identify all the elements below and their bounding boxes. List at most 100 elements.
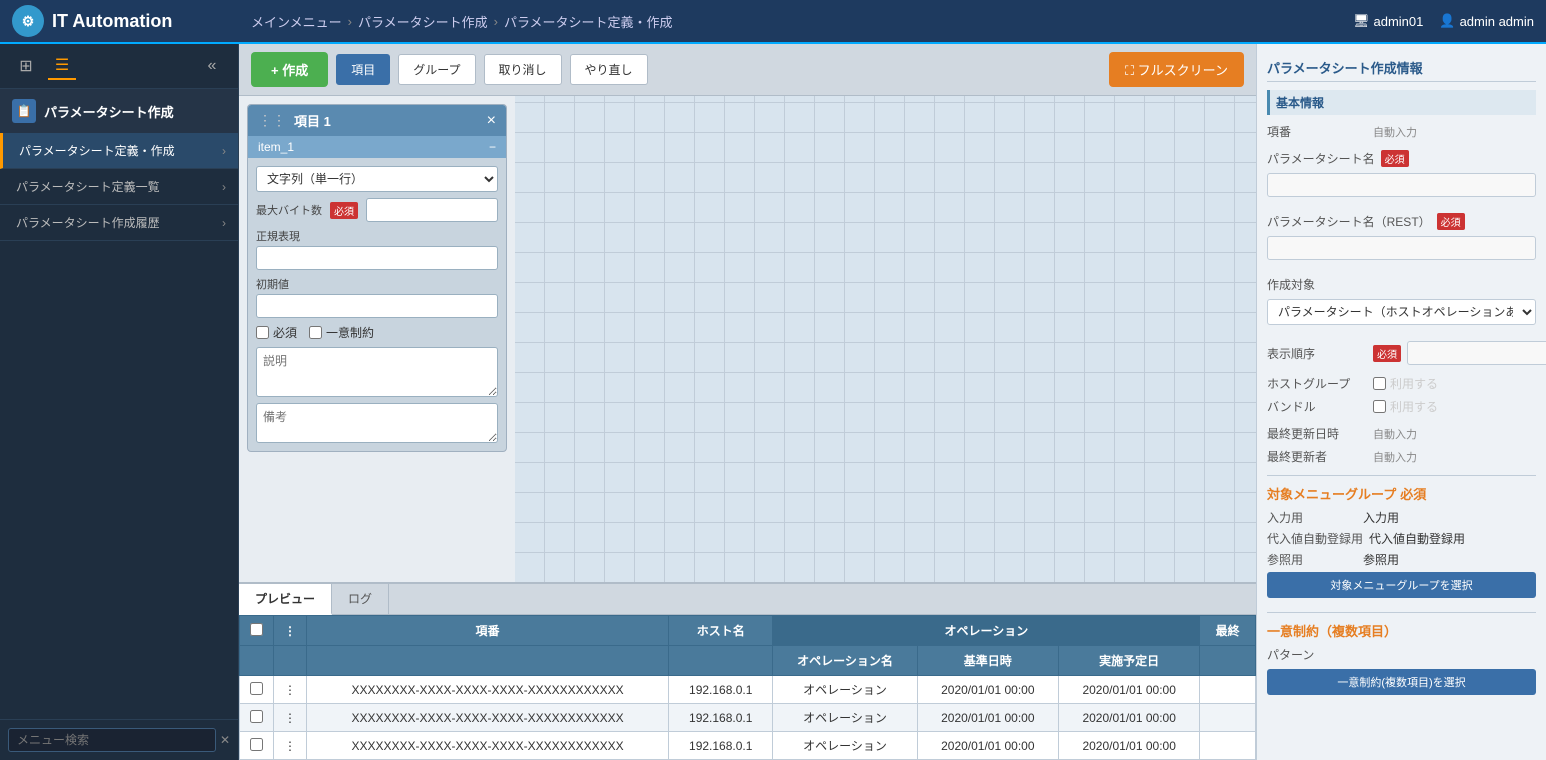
item-no-block: 項番 自動入力 [1267,123,1536,140]
sidebar-search-area: ✕ [0,719,238,760]
preview-tab-preview[interactable]: プレビュー [239,584,332,615]
unique-checkbox[interactable] [309,326,322,339]
tab-cancel[interactable]: 取り消し [484,54,562,85]
tab-redo[interactable]: やり直し [570,54,648,85]
create-button[interactable]: + 作成 [251,52,328,87]
user-icon: 👤 [1439,13,1455,29]
sidebar-item-arrow-0: › [222,144,226,158]
user-name: admin admin [1460,14,1534,29]
row-check-cell[interactable] [240,732,274,760]
pattern-row: パターン [1267,646,1536,663]
required-checkbox[interactable] [256,326,269,339]
row-last [1200,704,1256,732]
admin01-area[interactable]: 🖥 admin01 [1353,13,1423,29]
regex-input[interactable] [256,246,498,270]
unique-checkbox-label[interactable]: 一意制約 [309,324,374,341]
sidebar-collapse-btn[interactable]: « [198,52,226,80]
host-group-use-label: 利用する [1390,375,1438,392]
last-updated-block: 最終更新日時 自動入力 最終更新者 自動入力 [1267,425,1536,465]
sidebar-search-clear[interactable]: ✕ [220,733,230,747]
sidebar-item-parameter-history[interactable]: パラメータシート作成履歴 › [0,205,238,241]
sidebar-grid-toggle[interactable]: ⊞ [12,52,40,80]
tab-group[interactable]: グループ [398,54,475,85]
preview-tab-log[interactable]: ログ [332,584,389,614]
fullscreen-button[interactable]: ⛶ フルスクリーン [1109,52,1244,87]
row-ops-cell[interactable]: ⋮ [274,732,307,760]
panel-body: 文字列（単一行） 文字列（複数行） 数値 日時 最大バイト数 必須 [248,158,506,451]
th-base-date: 基準日時 [917,646,1058,676]
row-ops-cell[interactable]: ⋮ [274,704,307,732]
initial-value-row: 初期値 [256,276,498,318]
display-order-required: 必須 [1373,345,1401,362]
last-updated-value: 自動入力 [1373,426,1417,442]
row-ops-cell[interactable]: ⋮ [274,676,307,704]
unique-constraint-title: 一意制約（複数項目） [1267,621,1536,640]
row-host: 192.168.0.1 [669,704,773,732]
sheet-name-rest-block: パラメータシート名（REST） 必須 [1267,213,1536,266]
host-group-checkbox[interactable] [1373,377,1386,390]
th-host-name: ホスト名 [669,616,773,646]
target-menu-group-title: 対象メニューグループ 必須 [1267,484,1536,503]
sidebar-item-arrow-1: › [222,180,226,194]
sidebar-item-parameter-def[interactable]: パラメータシート定義・作成 › [0,133,238,169]
host-group-block: ホストグループ 利用する バンドル 利用する [1267,375,1536,415]
sidebar-item-label-2: パラメータシート作成履歴 [16,214,160,231]
tab-item[interactable]: 項目 [336,54,390,85]
right-panel: パラメータシート作成情報 基本情報 項番 自動入力 パラメータシート名 必須 パ… [1256,44,1546,760]
preview-table-wrap: ⋮ 項番 ホスト名 オペレーション 最終 オペレーション名 [239,615,1256,760]
basic-info-title: 基本情報 [1267,90,1536,115]
last-updater-value: 自動入力 [1373,449,1417,465]
sidebar-item-parameter-list[interactable]: パラメータシート定義一覧 › [0,169,238,205]
display-order-input[interactable] [1407,341,1546,365]
breadcrumb-item-2[interactable]: パラメータシート作成 [358,12,488,31]
main-layout: ⊞ ☰ « 📋 パラメータシート作成 パラメータシート定義・作成 › パラメータ… [0,44,1546,760]
monitor-icon: 🖥 [1353,13,1370,29]
row-check-cell[interactable] [240,676,274,704]
remarks-textarea[interactable] [256,403,498,443]
row-operation: オペレーション [773,732,917,760]
pattern-label: パターン [1267,646,1367,663]
creation-target-select[interactable]: パラメータシート（ホストオペレーションあり） パラメータシート（ホストのみ） デ… [1267,299,1536,325]
sidebar-item-arrow-2: › [222,216,226,230]
sheet-name-rest-label: パラメータシート名（REST） [1267,213,1431,230]
select-target-menu-button[interactable]: 対象メニューグループを選択 [1267,572,1536,598]
panel-subheader: item_1 − [248,136,506,158]
th-scheduled-date: 実施予定日 [1058,646,1199,676]
row-checkbox[interactable] [250,738,263,751]
panel-close-button[interactable]: × [487,112,496,130]
panel-minimize-btn[interactable]: − [489,140,496,154]
required-checkbox-label[interactable]: 必須 [256,324,297,341]
remarks-row [256,403,498,443]
app-title: IT Automation [52,11,172,32]
reference-row: 参照用 参照用 [1267,551,1536,568]
breadcrumb-item-1[interactable]: メインメニュー [251,12,342,31]
max-bytes-input[interactable] [366,198,498,222]
row-base-date: 2020/01/01 00:00 [917,704,1058,732]
select-all-checkbox[interactable] [250,623,263,636]
sidebar-search-input[interactable] [8,728,216,752]
sheet-name-rest-required: 必須 [1437,213,1465,230]
sidebar-list-toggle[interactable]: ☰ [48,52,76,80]
row-checkbox[interactable] [250,682,263,695]
user-area: 🖥 admin01 👤 admin admin [1353,13,1534,29]
type-select[interactable]: 文字列（単一行） 文字列（複数行） 数値 日時 [256,166,498,192]
sidebar-section-header: 📋 パラメータシート作成 [0,89,238,133]
select-unique-button[interactable]: 一意制約(複数項目)を選択 [1267,669,1536,695]
row-checkbox[interactable] [250,710,263,723]
sheet-name-rest-input[interactable] [1267,236,1536,260]
preview-table: ⋮ 項番 ホスト名 オペレーション 最終 オペレーション名 [239,615,1256,760]
reference-value: 参照用 [1363,551,1399,568]
admin-name-area[interactable]: 👤 admin admin [1439,13,1534,29]
description-textarea[interactable] [256,347,498,397]
sheet-name-label: パラメータシート名 [1267,150,1375,167]
item-no-value: 自動入力 [1373,124,1417,140]
th-ops-2 [274,646,307,676]
initial-value-input[interactable] [256,294,498,318]
th-check [240,616,274,646]
bundle-checkbox[interactable] [1373,400,1386,413]
display-order-block: 表示順序 必須 [1267,341,1536,365]
sheet-name-input[interactable] [1267,173,1536,197]
row-check-cell[interactable] [240,704,274,732]
target-menu-required: 必須 [1400,484,1426,503]
max-bytes-row: 最大バイト数 必須 [256,198,498,222]
